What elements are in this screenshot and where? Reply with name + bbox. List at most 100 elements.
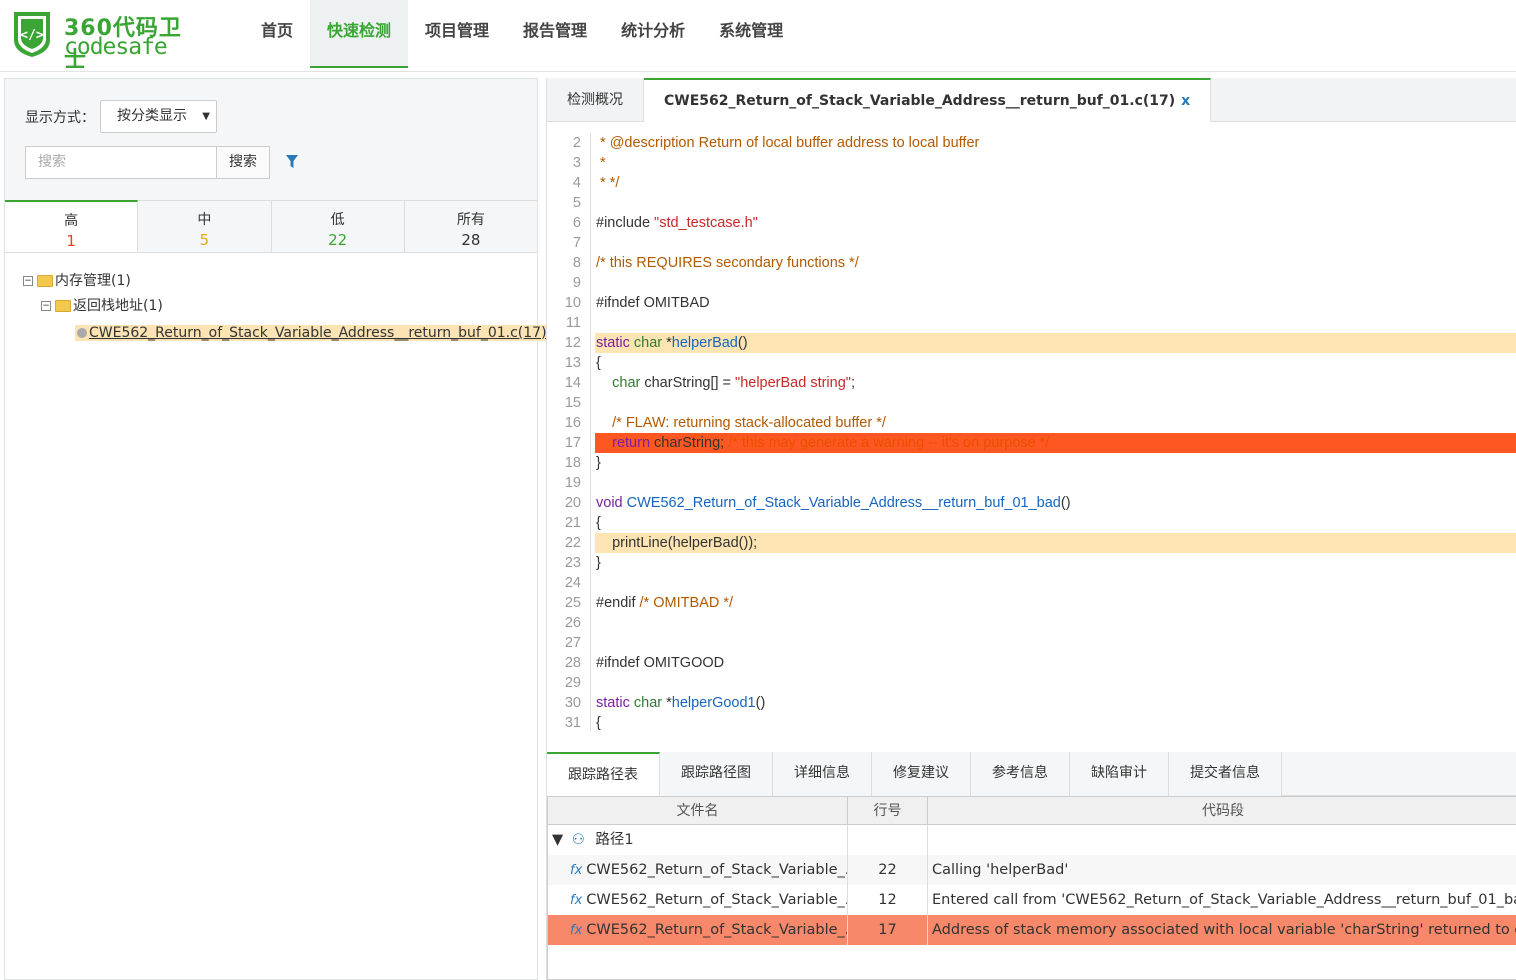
filter-icon[interactable] xyxy=(285,154,299,170)
code-line: 27 xyxy=(547,633,1516,653)
code-line: 11 xyxy=(547,313,1516,333)
code-line: 16 /* FLAW: returning stack-allocated bu… xyxy=(547,413,1516,433)
display-mode-value: 按分类显示 xyxy=(117,108,187,124)
tab-source-file[interactable]: CWE562_Return_of_Stack_Variable_Address_… xyxy=(644,78,1212,122)
line-number: 6 xyxy=(572,215,581,231)
tree-node-stack-address[interactable]: − 返回栈地址(1) xyxy=(23,294,533,319)
code-line: 9 xyxy=(547,273,1516,293)
code-line: 4 * */ xyxy=(547,173,1516,193)
line-cell: 17 xyxy=(848,915,928,945)
tab-submitter-info[interactable]: 提交者信息 xyxy=(1169,752,1282,796)
severity-label: 低 xyxy=(330,212,345,228)
tree-node-memory[interactable]: − 内存管理(1) xyxy=(23,269,533,294)
file-tabs: 检测概况 CWE562_Return_of_Stack_Variable_Add… xyxy=(547,78,1516,122)
display-mode-select[interactable]: 按分类显示 ▼ xyxy=(100,100,217,133)
logo-subtitle: codesafe xyxy=(64,34,168,60)
code-text: static char *helperGood1() xyxy=(596,695,766,711)
table-row[interactable]: fx CWE562_Return_of_Stack_Variable_... 17 A… xyxy=(548,915,1516,945)
line-number: 27 xyxy=(564,635,581,651)
code-viewer[interactable]: 2 * @description Return of local buffer … xyxy=(547,133,1516,731)
column-header-snippet[interactable]: 代码段 xyxy=(928,797,1516,825)
search-input[interactable]: 搜索 xyxy=(25,146,217,179)
path-group-row[interactable]: ▼ ⚇ 路径1 xyxy=(548,825,1516,855)
line-number: 29 xyxy=(564,675,581,691)
line-number: 22 xyxy=(564,535,581,551)
code-line: 24 xyxy=(547,573,1516,593)
close-icon[interactable]: x xyxy=(1181,93,1190,109)
code-line: 29 xyxy=(547,673,1516,693)
line-number: 14 xyxy=(564,375,581,391)
tab-severity-all[interactable]: 所有 28 xyxy=(404,200,537,252)
code-line: 8 /* this REQUIRES secondary functions */ xyxy=(547,253,1516,273)
tab-details[interactable]: 详细信息 xyxy=(773,752,872,796)
tab-overview[interactable]: 检测概况 xyxy=(547,78,644,122)
line-number: 7 xyxy=(572,235,581,251)
tree-leaf-label: CWE562_Return_of_Stack_Variable_Address_… xyxy=(89,325,547,341)
code-text: { xyxy=(596,715,601,731)
line-number: 5 xyxy=(572,195,581,211)
code-text: return charString; /* this may generate … xyxy=(595,433,1516,453)
tab-references[interactable]: 参考信息 xyxy=(971,752,1070,796)
severity-count: 5 xyxy=(199,231,210,249)
line-number: 13 xyxy=(564,355,581,371)
line-number: 8 xyxy=(572,255,581,271)
line-number: 19 xyxy=(564,475,581,491)
tab-severity-high[interactable]: 高 1 xyxy=(5,200,139,252)
codesafe-logo[interactable]: </> 360代码卫士 codesafe xyxy=(10,8,200,73)
tab-trace-graph[interactable]: 跟踪路径图 xyxy=(660,752,773,796)
code-line: 31 { xyxy=(547,713,1516,731)
tree-leaf-defect[interactable]: CWE562_Return_of_Stack_Variable_Address_… xyxy=(23,321,553,346)
line-number: 4 xyxy=(572,175,581,191)
nav-projects[interactable]: 项目管理 xyxy=(408,0,506,68)
line-number: 9 xyxy=(572,275,581,291)
expand-triangle-icon[interactable]: ▼ xyxy=(552,832,563,848)
column-header-line[interactable]: 行号 xyxy=(848,797,928,825)
tab-trace-table[interactable]: 跟踪路径表 xyxy=(547,752,660,796)
search-button[interactable]: 搜索 xyxy=(216,146,270,179)
snippet-cell: Calling 'helperBad' xyxy=(932,862,1069,878)
nav-quick-scan[interactable]: 快速检测 xyxy=(310,0,409,68)
detail-panel: 检测概况 CWE562_Return_of_Stack_Variable_Add… xyxy=(546,78,1516,980)
tab-fix-advice[interactable]: 修复建议 xyxy=(872,752,971,796)
code-text: #ifndef OMITGOOD xyxy=(596,655,725,671)
code-line: 5 xyxy=(547,193,1516,213)
tree-node-label: 返回栈地址(1) xyxy=(73,298,163,314)
code-text: { xyxy=(596,515,601,531)
tab-severity-low[interactable]: 低 22 xyxy=(271,200,405,252)
tab-defect-audit[interactable]: 缺陷审计 xyxy=(1070,752,1169,796)
svg-text:</>: </> xyxy=(20,28,44,43)
severity-label: 中 xyxy=(197,212,212,228)
tree-leaf-selected[interactable]: CWE562_Return_of_Stack_Variable_Address_… xyxy=(75,325,553,341)
tree-node-label: 内存管理(1) xyxy=(55,273,131,289)
nav-statistics[interactable]: 统计分析 xyxy=(604,0,702,68)
table-row[interactable]: fx CWE562_Return_of_Stack_Variable_... 22 C… xyxy=(548,855,1516,885)
line-number: 24 xyxy=(564,575,581,591)
code-line: 20 void CWE562_Return_of_Stack_Variable_A… xyxy=(547,493,1516,513)
code-text: #endif /* OMITBAD */ xyxy=(596,595,734,611)
path-group-cell: ▼ ⚇ 路径1 xyxy=(548,825,848,855)
code-text: static char *helperBad() xyxy=(595,333,1516,353)
line-number: 26 xyxy=(564,615,581,631)
collapse-icon[interactable]: − xyxy=(41,301,51,311)
nav-system[interactable]: 系统管理 xyxy=(702,0,800,68)
tab-severity-medium[interactable]: 中 5 xyxy=(138,200,272,252)
main-nav: 首页 快速检测 项目管理 报告管理 统计分析 系统管理 xyxy=(244,0,800,68)
column-header-file[interactable]: 文件名 xyxy=(548,797,848,825)
line-number: 16 xyxy=(564,415,581,431)
table-row[interactable]: fx CWE562_Return_of_Stack_Variable_... 12 E… xyxy=(548,885,1516,915)
severity-tabs: 高 1 中 5 低 22 所有 28 xyxy=(5,200,537,253)
dropdown-arrow-icon: ▼ xyxy=(202,111,210,122)
collapse-icon[interactable]: − xyxy=(23,276,33,286)
nav-reports[interactable]: 报告管理 xyxy=(506,0,604,68)
filter-area: 显示方式： 按分类显示 ▼ 搜索 搜索 xyxy=(5,79,537,201)
nav-home[interactable]: 首页 xyxy=(244,0,310,68)
function-icon: fx xyxy=(570,923,583,938)
code-text: char charString[] = "helperBad string"; xyxy=(612,375,855,391)
code-line: 28 #ifndef OMITGOOD xyxy=(547,653,1516,673)
line-number: 21 xyxy=(564,515,581,531)
